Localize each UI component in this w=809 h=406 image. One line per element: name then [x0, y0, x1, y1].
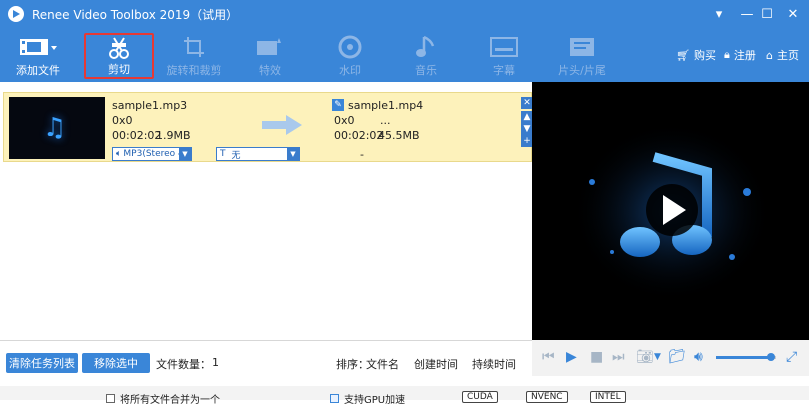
music-label: 音乐 — [415, 64, 437, 77]
head-tail-button[interactable]: 片头/片尾 — [554, 28, 610, 82]
rotate-crop-button[interactable]: 旋转和裁剪 — [162, 28, 226, 82]
watermark-icon — [337, 32, 363, 62]
gpu-label: 支持GPU加速 — [344, 395, 406, 406]
remove-selected-button[interactable]: 移除选中 — [82, 353, 150, 373]
register-link[interactable]: 🔒︎ 注册 — [724, 28, 756, 82]
task-bar: 清除任务列表 移除选中 文件数量： 1 排序： 文件名 创建时间 持续时间 — [0, 340, 532, 386]
subtitle-icon — [490, 32, 518, 62]
output-duration: 00:02:02 — [334, 129, 384, 142]
clear-list-button[interactable]: 清除任务列表 — [6, 353, 78, 373]
cut-label: 剪切 — [108, 63, 130, 76]
cut-button[interactable]: 剪切 — [84, 33, 154, 79]
volume-level — [716, 356, 772, 359]
audio-track-select[interactable]: 🔈︎ MP3(Stereo 4 ▼ — [112, 147, 192, 161]
nvenc-badge: NVENC — [526, 391, 568, 403]
gpu-checkbox[interactable] — [330, 394, 339, 403]
source-file-name: sample1.mp3 — [112, 99, 188, 112]
window-title: Renee Video Toolbox 2019（试用） — [32, 7, 239, 22]
music-button[interactable]: 音乐 — [406, 28, 446, 82]
prev-icon[interactable]: ⏮︎ — [542, 349, 555, 365]
subtitle-track-value: 无 — [231, 150, 241, 161]
play-icon[interactable]: ▶ — [566, 349, 577, 365]
speaker-icon: 🔈︎ — [116, 149, 122, 159]
audio-track-value: MP3(Stereo 4 — [123, 149, 184, 159]
watermark-label: 水印 — [339, 64, 361, 77]
sort-by-duration[interactable]: 持续时间 — [472, 356, 516, 372]
music-note-icon: ♫ — [43, 113, 67, 143]
convert-arrow-icon — [262, 115, 302, 135]
add-file-icon — [18, 32, 58, 62]
source-resolution: 0x0 — [112, 114, 133, 127]
player-controls: ⏮︎ ▶ ■ ⏭︎ 📷︎ ▼ 📁︎ 🔊︎ ⤢ — [532, 340, 809, 376]
preview-music-icon — [532, 82, 809, 340]
close-button[interactable]: ✕ — [780, 0, 806, 28]
track-dash: - — [360, 148, 364, 161]
cart-icon: 🛒︎ — [676, 48, 690, 62]
output-size: 45.5MB — [378, 129, 420, 142]
file-count: 1 — [212, 356, 219, 369]
output-extra: ... — [380, 114, 391, 127]
options-footer: 将所有文件合并为一个 支持GPU加速 CUDA NVENC INTEL — [0, 386, 809, 406]
home-label: 主页 — [776, 49, 799, 62]
head-tail-icon — [569, 32, 595, 62]
sort-by-name[interactable]: 文件名 — [366, 356, 399, 372]
output-resolution: 0x0 — [334, 114, 355, 127]
scissors-icon — [106, 35, 132, 61]
subtitle-track-select[interactable]: T 无 ▼ — [216, 147, 300, 161]
app-logo-icon — [8, 6, 24, 22]
register-label: 注册 — [733, 49, 756, 62]
stop-icon[interactable]: ■ — [590, 349, 603, 365]
next-icon[interactable]: ⏭︎ — [612, 349, 625, 365]
watermark-button[interactable]: 水印 — [328, 28, 372, 82]
chevron-down-icon: ▼ — [179, 148, 191, 160]
file-list-panel: ♫ sample1.mp3 0x0 00:02:02 1.9MB ✎ sampl… — [0, 82, 533, 340]
chevron-down-icon: ▼ — [287, 148, 299, 160]
title-bar: Renee Video Toolbox 2019（试用） — [0, 0, 809, 28]
home-link[interactable]: ⌂ 主页 — [766, 28, 799, 82]
file-count-label: 文件数量： — [156, 358, 211, 371]
preview-pane — [532, 82, 809, 340]
text-icon: T — [220, 149, 226, 159]
sort-by-created[interactable]: 创建时间 — [414, 356, 458, 372]
camera-icon[interactable]: 📷︎ — [636, 349, 654, 365]
source-duration: 00:02:02 — [112, 129, 162, 142]
maximize-button[interactable]: ☐ — [754, 0, 780, 28]
add-file-button[interactable]: 添加文件 — [10, 28, 66, 82]
buy-link[interactable]: 🛒︎ 购买 — [676, 28, 716, 82]
merge-label: 将所有文件合并为一个 — [120, 395, 220, 406]
volume-knob[interactable] — [767, 353, 776, 361]
effects-label: 特效 — [259, 64, 281, 77]
add-file-label: 添加文件 — [16, 64, 60, 77]
rotate-crop-label: 旋转和裁剪 — [166, 64, 222, 77]
chevron-down-icon[interactable]: ▼ — [654, 352, 661, 362]
effects-button[interactable]: 特效 — [248, 28, 292, 82]
effects-icon — [256, 32, 284, 62]
volume-slider[interactable] — [716, 353, 776, 361]
menu-dropdown-button[interactable]: ▾ — [706, 0, 732, 28]
fullscreen-icon[interactable]: ⤢ — [786, 349, 797, 365]
sort-label: 排序： — [336, 358, 369, 371]
file-item[interactable]: ♫ sample1.mp3 0x0 00:02:02 1.9MB ✎ sampl… — [3, 92, 533, 162]
cuda-badge: CUDA — [462, 391, 498, 403]
subtitle-label: 字幕 — [493, 64, 515, 77]
music-note-icon — [415, 32, 437, 62]
lock-icon: 🔒︎ — [724, 48, 730, 61]
output-file-name: sample1.mp4 — [348, 99, 424, 112]
crop-icon — [182, 32, 206, 62]
intel-badge: INTEL — [590, 391, 626, 403]
buy-label: 购买 — [693, 49, 716, 62]
folder-icon[interactable]: 📁︎ — [668, 349, 686, 365]
volume-icon[interactable]: 🔊︎ — [694, 349, 703, 365]
subtitle-button[interactable]: 字幕 — [482, 28, 526, 82]
file-thumbnail: ♫ — [9, 97, 105, 159]
home-icon: ⌂ — [766, 48, 773, 62]
source-size: 1.9MB — [156, 129, 191, 142]
edit-output-icon[interactable]: ✎ — [332, 99, 344, 111]
merge-checkbox[interactable] — [106, 394, 115, 403]
head-tail-label: 片头/片尾 — [558, 64, 606, 77]
